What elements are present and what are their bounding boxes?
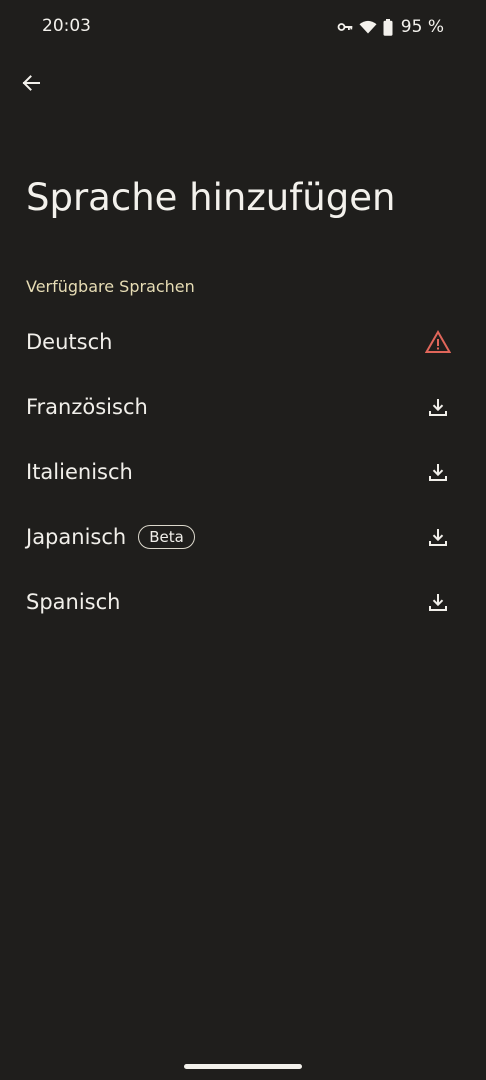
language-item-spanisch[interactable]: Spanisch <box>0 569 486 634</box>
section-header: Verfügbare Sprachen <box>26 277 195 296</box>
status-time: 20:03 <box>42 16 91 36</box>
language-item-deutsch[interactable]: Deutsch <box>0 309 486 374</box>
warning-icon[interactable] <box>424 328 452 356</box>
beta-badge: Beta <box>138 524 195 549</box>
language-item-italienisch[interactable]: Italienisch <box>0 439 486 504</box>
arrow-back-icon <box>21 73 41 97</box>
language-list: Deutsch Französisch Italienisch Japanisc… <box>0 309 486 634</box>
language-name: Französisch <box>26 394 148 419</box>
battery-percentage: 95 % <box>400 17 444 37</box>
home-indicator[interactable] <box>184 1064 302 1069</box>
language-item-franzoesisch[interactable]: Französisch <box>0 374 486 439</box>
language-name: Japanisch <box>26 524 127 549</box>
download-icon[interactable] <box>424 588 452 616</box>
language-name: Deutsch <box>26 329 113 354</box>
battery-icon <box>383 18 393 36</box>
download-icon[interactable] <box>424 393 452 421</box>
download-icon[interactable] <box>424 523 452 551</box>
language-name: Spanisch <box>26 589 121 614</box>
status-bar: 20:03 95 % <box>0 0 486 56</box>
vpn-key-icon <box>337 21 353 33</box>
page-title: Sprache hinzufügen <box>26 176 396 219</box>
back-button[interactable] <box>14 68 48 102</box>
language-name: Italienisch <box>26 459 133 484</box>
status-icons: 95 % <box>337 16 444 38</box>
wifi-icon <box>359 20 377 34</box>
language-item-japanisch[interactable]: Japanisch Beta <box>0 504 486 569</box>
download-icon[interactable] <box>424 458 452 486</box>
